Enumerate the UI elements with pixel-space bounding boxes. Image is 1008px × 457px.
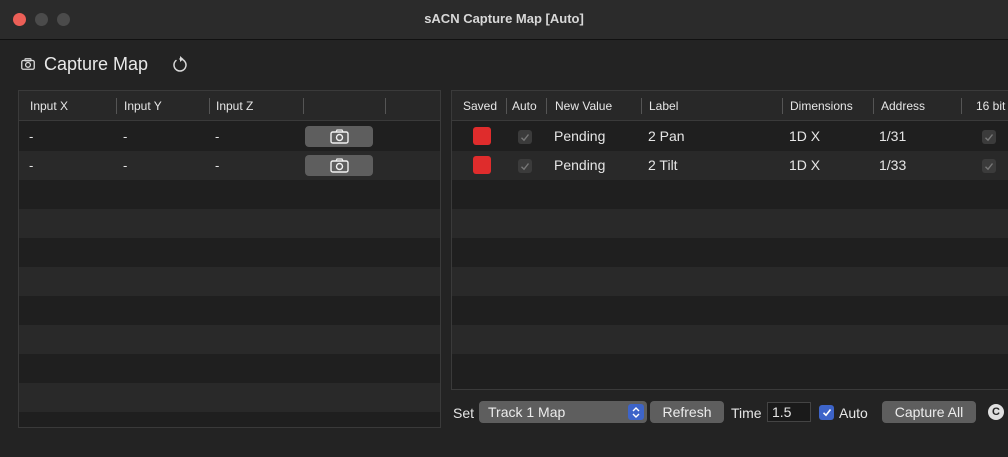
input-table-body: - - - - - - bbox=[19, 122, 440, 427]
new-value-cell: Pending bbox=[554, 157, 606, 173]
table-row[interactable]: Pending 2 Pan 1D X 1/31 bbox=[452, 122, 1008, 151]
auto-label: Auto bbox=[839, 405, 868, 421]
input-z-value: - bbox=[215, 129, 220, 144]
camera-icon bbox=[329, 129, 349, 144]
auto-checkbox[interactable] bbox=[819, 405, 834, 420]
set-select-value: Track 1 Map bbox=[488, 404, 566, 420]
address-cell: 1/33 bbox=[879, 157, 907, 173]
column-input-y[interactable]: Input Y bbox=[117, 91, 162, 121]
window-title: sACN Capture Map [Auto] bbox=[424, 11, 584, 26]
parameter-table: Saved Auto New Value Label Dimensions Ad… bbox=[451, 90, 1008, 390]
column-auto[interactable]: Auto bbox=[505, 91, 537, 121]
time-label: Time bbox=[731, 405, 762, 421]
input-table: Input X Input Y Input Z - - - - - - bbox=[18, 90, 441, 428]
select-arrows-icon bbox=[628, 404, 644, 420]
column-dimensions[interactable]: Dimensions bbox=[783, 91, 853, 121]
column-16-bit[interactable]: 16 bit bbox=[969, 91, 1005, 121]
page-title: Capture Map bbox=[44, 54, 149, 74]
table-row-empty bbox=[19, 412, 440, 427]
saved-indicator[interactable] bbox=[473, 156, 491, 174]
column-saved[interactable]: Saved bbox=[456, 91, 497, 121]
parameter-table-body: Pending 2 Pan 1D X 1/31 Pending 2 Tilt 1… bbox=[452, 122, 1008, 383]
checkmark-icon bbox=[985, 133, 994, 141]
table-row[interactable]: Pending 2 Tilt 1D X 1/33 bbox=[452, 151, 1008, 180]
capture-row-button[interactable] bbox=[305, 126, 373, 147]
table-row-empty bbox=[452, 267, 1008, 296]
label-cell: 2 Pan bbox=[648, 128, 685, 144]
input-y-value: - bbox=[123, 129, 128, 144]
table-row-empty bbox=[452, 325, 1008, 354]
input-x-value: - bbox=[29, 158, 34, 173]
dimensions-cell: 1D X bbox=[789, 128, 821, 144]
table-row-empty bbox=[452, 296, 1008, 325]
table-row-empty bbox=[19, 209, 440, 238]
bottom-controls: Set Track 1 Map Refresh Time Auto Captur… bbox=[451, 398, 1008, 428]
camera-icon bbox=[21, 58, 35, 73]
table-row[interactable]: - - - bbox=[19, 151, 440, 180]
refresh-button[interactable]: Refresh bbox=[650, 401, 724, 423]
table-row-empty bbox=[452, 238, 1008, 267]
set-label: Set bbox=[453, 405, 475, 421]
auto-checkbox[interactable] bbox=[518, 130, 532, 144]
reset-icon[interactable] bbox=[172, 55, 188, 76]
table-row-empty bbox=[452, 209, 1008, 238]
column-input-z[interactable]: Input Z bbox=[209, 91, 253, 121]
column-separator bbox=[385, 98, 386, 114]
column-new-value[interactable]: New Value bbox=[548, 91, 612, 121]
table-row-empty bbox=[19, 238, 440, 267]
table-row-empty bbox=[19, 267, 440, 296]
c-badge-icon[interactable]: C bbox=[988, 404, 1004, 420]
column-address[interactable]: Address bbox=[874, 91, 925, 121]
input-table-header: Input X Input Y Input Z bbox=[19, 91, 440, 121]
parameter-table-header: Saved Auto New Value Label Dimensions Ad… bbox=[452, 91, 1008, 121]
checkmark-icon bbox=[985, 162, 994, 170]
app-window: sACN Capture Map [Auto] Capture Map Inpu… bbox=[0, 0, 1008, 457]
checkmark-icon bbox=[822, 409, 831, 417]
auto-checkbox[interactable] bbox=[518, 159, 532, 173]
checkmark-icon bbox=[521, 162, 530, 170]
input-y-value: - bbox=[123, 158, 128, 173]
camera-icon bbox=[329, 158, 349, 173]
column-capture bbox=[303, 91, 310, 121]
checkmark-icon bbox=[521, 133, 530, 141]
table-row-empty bbox=[19, 180, 440, 209]
table-row-empty bbox=[19, 383, 440, 412]
column-separator bbox=[546, 98, 547, 114]
16-bit-checkbox[interactable] bbox=[982, 130, 996, 144]
time-input[interactable] bbox=[767, 402, 811, 422]
table-row-empty bbox=[19, 325, 440, 354]
dimensions-cell: 1D X bbox=[789, 157, 821, 173]
capture-row-button[interactable] bbox=[305, 155, 373, 176]
table-row-empty bbox=[19, 296, 440, 325]
input-z-value: - bbox=[215, 158, 220, 173]
16-bit-checkbox[interactable] bbox=[982, 159, 996, 173]
column-separator bbox=[961, 98, 962, 114]
table-row[interactable]: - - - bbox=[19, 122, 440, 151]
address-cell: 1/31 bbox=[879, 128, 907, 144]
capture-all-button[interactable]: Capture All bbox=[882, 401, 976, 423]
column-input-x[interactable]: Input X bbox=[23, 91, 68, 121]
title-bar: sACN Capture Map [Auto] bbox=[0, 0, 1008, 40]
table-row-empty bbox=[452, 354, 1008, 383]
new-value-cell: Pending bbox=[554, 128, 606, 144]
label-cell: 2 Tilt bbox=[648, 157, 678, 173]
input-x-value: - bbox=[29, 129, 34, 144]
saved-indicator[interactable] bbox=[473, 127, 491, 145]
column-label[interactable]: Label bbox=[642, 91, 678, 121]
set-select[interactable]: Track 1 Map bbox=[479, 401, 647, 423]
table-row-empty bbox=[452, 180, 1008, 209]
table-row-empty bbox=[19, 354, 440, 383]
